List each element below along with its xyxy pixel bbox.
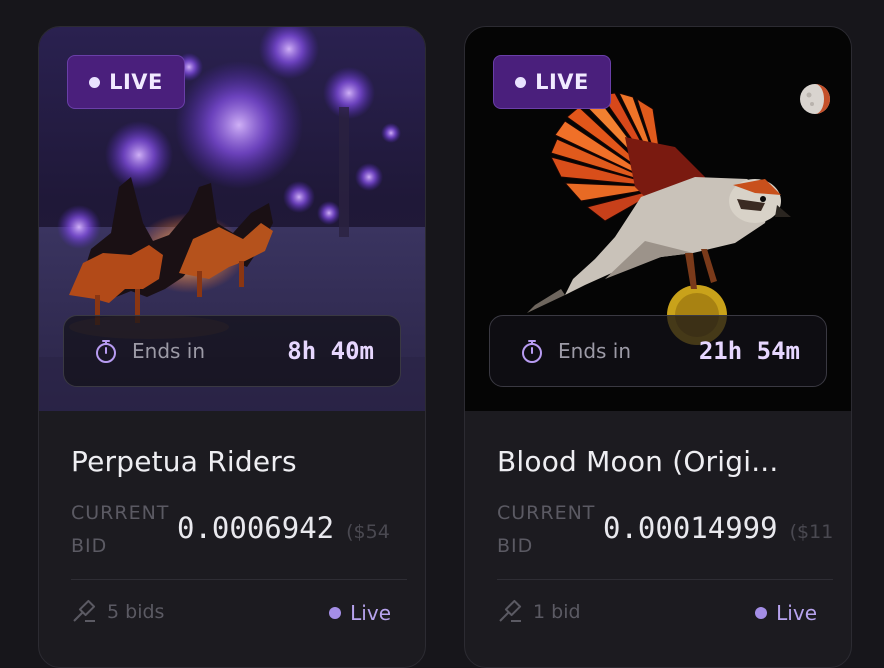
status-indicator: Live	[329, 601, 391, 625]
timer-label: Ends in	[558, 339, 632, 363]
bid-value: 0.00014999	[603, 511, 778, 545]
timer-label: Ends in	[132, 339, 206, 363]
status-label: Live	[776, 601, 817, 625]
bids-count-label: 1 bid	[533, 601, 581, 623]
divider	[497, 579, 833, 580]
current-bid: 0.00014999 ($11	[603, 511, 843, 545]
bid-usd-value: ($11	[789, 521, 834, 543]
auction-timer: Ends in 21h 54m	[489, 315, 827, 387]
live-badge: LIVE	[493, 55, 611, 109]
timer-value: 8h 40m	[287, 337, 374, 365]
status-indicator: Live	[755, 601, 817, 625]
bids-count[interactable]: 5 bids	[71, 599, 164, 625]
divider	[71, 579, 407, 580]
current-bid-label: CURRENT BID	[71, 502, 170, 557]
card-title[interactable]: Blood Moon (Origi...	[497, 445, 827, 478]
current-bid: 0.0006942 ($54	[177, 511, 417, 545]
gavel-icon	[499, 599, 522, 622]
live-badge-label: LIVE	[535, 70, 589, 94]
live-badge-label: LIVE	[109, 70, 163, 94]
live-dot	[515, 76, 527, 88]
bids-count[interactable]: 1 bid	[497, 599, 581, 625]
status-dot	[329, 607, 342, 619]
nft-card-blood-moon[interactable]: LIVE Ends in 21h 54m Blood Moon (Origi..…	[464, 26, 852, 668]
live-badge: LIVE	[67, 55, 185, 109]
auction-timer: Ends in 8h 40m	[63, 315, 401, 387]
current-bid-label: CURRENT BID	[497, 502, 596, 557]
card-title[interactable]: Perpetua Riders	[71, 445, 401, 478]
timer-value: 21h 54m	[698, 337, 800, 365]
status-dot	[755, 607, 768, 619]
stopwatch-icon	[96, 340, 116, 363]
status-label: Live	[350, 601, 391, 625]
bid-value: 0.0006942	[177, 511, 335, 545]
nft-card-perpetua-riders[interactable]: LIVE Ends in 8h 40m Perpetua Riders CURR…	[38, 26, 426, 668]
bid-usd-value: ($54	[346, 521, 390, 543]
moon-icon	[799, 83, 831, 115]
stopwatch-icon	[522, 340, 542, 363]
bids-count-label: 5 bids	[107, 601, 165, 623]
gavel-icon	[73, 599, 96, 622]
live-dot	[89, 76, 101, 88]
